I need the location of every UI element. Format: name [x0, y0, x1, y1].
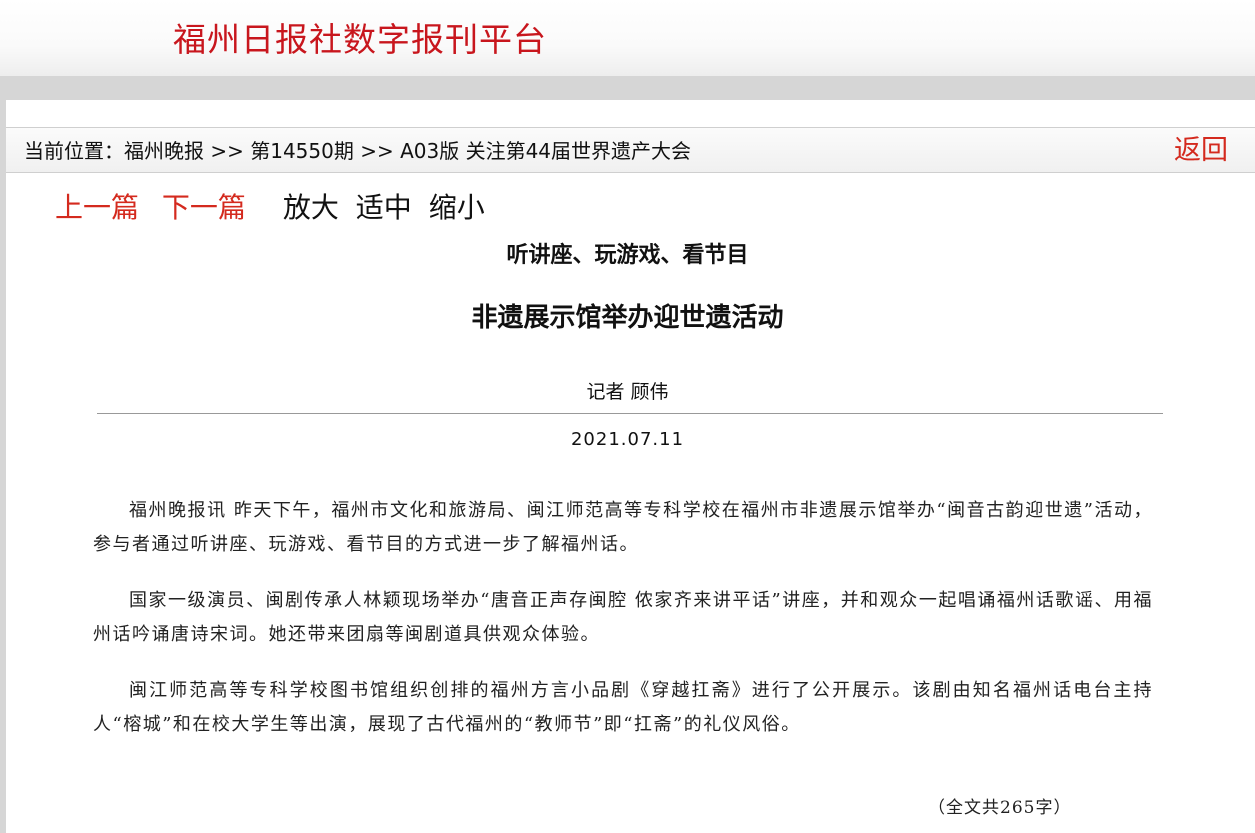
article-paragraph: 国家一级演员、闽剧传承人林颖现场举办“唐音正声存闽腔 侬家齐来讲平话”讲座，并和…: [93, 590, 1153, 645]
article-toolbar: 上一篇 下一篇 放大 适中 缩小: [55, 190, 485, 226]
left-frame-border: [0, 100, 6, 833]
breadcrumb-section-link[interactable]: A03版 关注第44届世界遗产大会: [400, 139, 691, 163]
word-count: （全文共265字）: [928, 798, 1072, 818]
site-title[interactable]: 福州日报社数字报刊平台: [173, 20, 547, 60]
breadcrumb-newspaper-link[interactable]: 福州晚报: [124, 139, 204, 163]
breadcrumb-bar: 当前位置：福州晚报 >> 第14550期 >> A03版 关注第44届世界遗产大…: [6, 127, 1255, 173]
breadcrumb: 当前位置：福州晚报 >> 第14550期 >> A03版 关注第44届世界遗产大…: [24, 138, 691, 164]
header-rule: [97, 413, 1163, 414]
article-paragraph: 闽江师范高等专科学校图书馆组织创排的福州方言小品剧《穿越扛斋》进行了公开展示。该…: [93, 680, 1153, 735]
breadcrumb-separator: >>: [204, 139, 251, 163]
article-date: 2021.07.11: [570, 429, 685, 450]
site-header: 福州日报社数字报刊平台: [0, 0, 1255, 76]
article-headline: 非遗展示馆举办迎世遗活动: [471, 303, 784, 333]
article-paragraph: 福州晚报讯 昨天下午，福州市文化和旅游局、闽江师范高等专科学校在福州市非遗展示馆…: [93, 500, 1153, 555]
prev-article-link[interactable]: 上一篇: [55, 191, 139, 224]
breadcrumb-separator: >>: [353, 139, 401, 163]
article-author: 记者 顾伟: [586, 381, 669, 403]
breadcrumb-issue-link[interactable]: 第14550期: [250, 139, 354, 163]
article-body: 福州晚报讯 昨天下午，福州市文化和旅游局、闽江师范高等专科学校在福州市非遗展示馆…: [93, 494, 1153, 764]
breadcrumb-prefix: 当前位置：: [24, 139, 124, 163]
zoom-medium-link[interactable]: 适中: [356, 191, 412, 224]
header-divider-band: [0, 76, 1255, 100]
article-subtitle: 听讲座、玩游戏、看节目: [506, 243, 749, 268]
back-link[interactable]: 返回: [1174, 134, 1228, 168]
zoom-in-link[interactable]: 放大: [283, 191, 339, 224]
next-article-link[interactable]: 下一篇: [162, 191, 246, 224]
zoom-out-link[interactable]: 缩小: [429, 191, 485, 224]
